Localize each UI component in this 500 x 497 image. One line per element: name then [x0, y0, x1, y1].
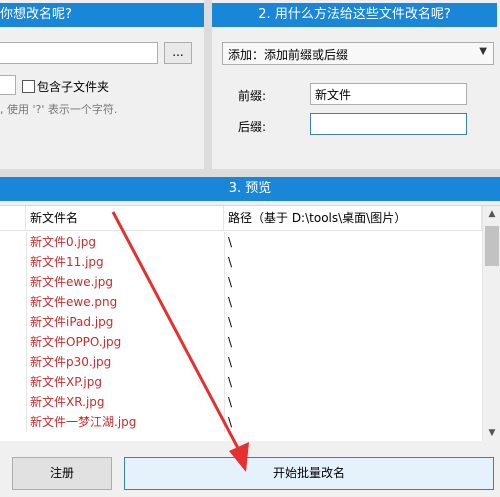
column-header-index[interactable]	[0, 206, 26, 231]
file-path: \	[228, 275, 233, 289]
row-divider	[224, 392, 226, 412]
file-path: \	[228, 295, 233, 309]
new-file-name: 新文件p30.jpg	[30, 355, 112, 369]
new-file-name: 新文件ewe.png	[30, 295, 118, 309]
file-path: \	[228, 235, 233, 249]
panel-divider	[204, 0, 212, 177]
table-row[interactable]: 新文件一梦江湖.jpg \	[0, 412, 482, 432]
row-divider	[224, 332, 226, 352]
table-row[interactable]: 新文件p30.jpg \	[0, 352, 482, 372]
row-divider	[26, 252, 28, 272]
section-divider	[0, 169, 500, 177]
suffix-input[interactable]	[310, 113, 467, 135]
table-row[interactable]: 新文件XP.jpg \	[0, 372, 482, 392]
new-file-name: 新文件OPPO.jpg	[30, 335, 122, 349]
step3-header: 3. 预览	[0, 177, 500, 201]
scroll-thumb[interactable]	[485, 226, 499, 266]
file-path: \	[228, 375, 233, 389]
row-divider	[224, 272, 226, 292]
row-divider	[26, 292, 28, 312]
new-file-name: 新文件XP.jpg	[30, 375, 102, 389]
row-divider	[26, 312, 28, 332]
include-subfolders-checkbox[interactable]	[22, 80, 35, 93]
register-button[interactable]: 注册	[12, 457, 112, 490]
new-file-name: 新文件ewe.jpg	[30, 275, 113, 289]
row-divider	[26, 332, 28, 352]
scroll-up-icon[interactable]: ▲	[483, 206, 500, 223]
preview-list[interactable]: 新文件名 路径（基于 D:\tools\桌面\图片） 新文件0.jpg \ 新文件1…	[0, 205, 500, 442]
row-divider	[224, 372, 226, 392]
row-divider	[224, 352, 226, 372]
vertical-scrollbar[interactable]: ▲ ▼	[482, 206, 500, 442]
row-divider	[224, 412, 226, 432]
row-divider	[224, 252, 226, 272]
row-divider	[224, 232, 226, 252]
suffix-label: 后缀:	[238, 120, 267, 134]
file-path: \	[228, 315, 233, 329]
table-row[interactable]: 新文件ewe.png \	[0, 292, 482, 312]
file-path: \	[228, 335, 233, 349]
row-divider	[26, 392, 28, 412]
column-header-new-name[interactable]: 新文件名	[26, 206, 224, 231]
new-file-name: 新文件0.jpg	[30, 235, 97, 249]
step2-header: 2. 用什么方法给这些文件改名呢?	[212, 3, 497, 27]
table-row[interactable]: 新文件ewe.jpg \	[0, 272, 482, 292]
row-divider	[224, 292, 226, 312]
browse-button[interactable]: ...	[164, 42, 192, 64]
file-path: \	[228, 395, 233, 409]
prefix-label: 前缀:	[238, 89, 267, 103]
prefix-input[interactable]: 新文件	[310, 83, 467, 105]
table-row[interactable]: 新文件XR.jpg \	[0, 392, 482, 412]
file-path: \	[228, 255, 233, 269]
step1-header: 你想改名呢?	[0, 3, 204, 27]
folder-input[interactable]	[0, 42, 158, 64]
table-row[interactable]: 新文件0.jpg \	[0, 232, 482, 252]
file-path: \	[228, 415, 233, 429]
row-divider	[26, 372, 28, 392]
wildcard-hint: , 使用 '?' 表示一个字符.	[0, 103, 118, 116]
scroll-down-icon[interactable]: ▼	[483, 425, 500, 442]
new-file-name: 新文件iPad.jpg	[30, 315, 114, 329]
include-subfolders-label: 包含子文件夹	[37, 80, 110, 94]
column-header-path[interactable]: 路径（基于 D:\tools\桌面\图片）	[224, 206, 482, 231]
table-row[interactable]: 新文件OPPO.jpg \	[0, 332, 482, 352]
method-select-value: 添加：添加前缀或后缀	[228, 48, 349, 62]
new-file-name: 新文件11.jpg	[30, 255, 104, 269]
method-select[interactable]: 添加：添加前缀或后缀 ▼	[222, 42, 494, 65]
start-rename-button[interactable]: 开始批量改名	[124, 457, 494, 490]
row-divider	[26, 412, 28, 432]
table-row[interactable]: 新文件11.jpg \	[0, 252, 482, 272]
row-divider	[26, 352, 28, 372]
filter-input[interactable]	[0, 75, 16, 95]
new-file-name: 新文件XR.jpg	[30, 395, 105, 409]
row-divider	[26, 232, 28, 252]
file-path: \	[228, 355, 233, 369]
table-row[interactable]: 新文件iPad.jpg \	[0, 312, 482, 332]
new-file-name: 新文件一梦江湖.jpg	[30, 415, 137, 429]
row-divider	[224, 312, 226, 332]
row-divider	[26, 272, 28, 292]
chevron-down-icon: ▼	[479, 46, 487, 57]
